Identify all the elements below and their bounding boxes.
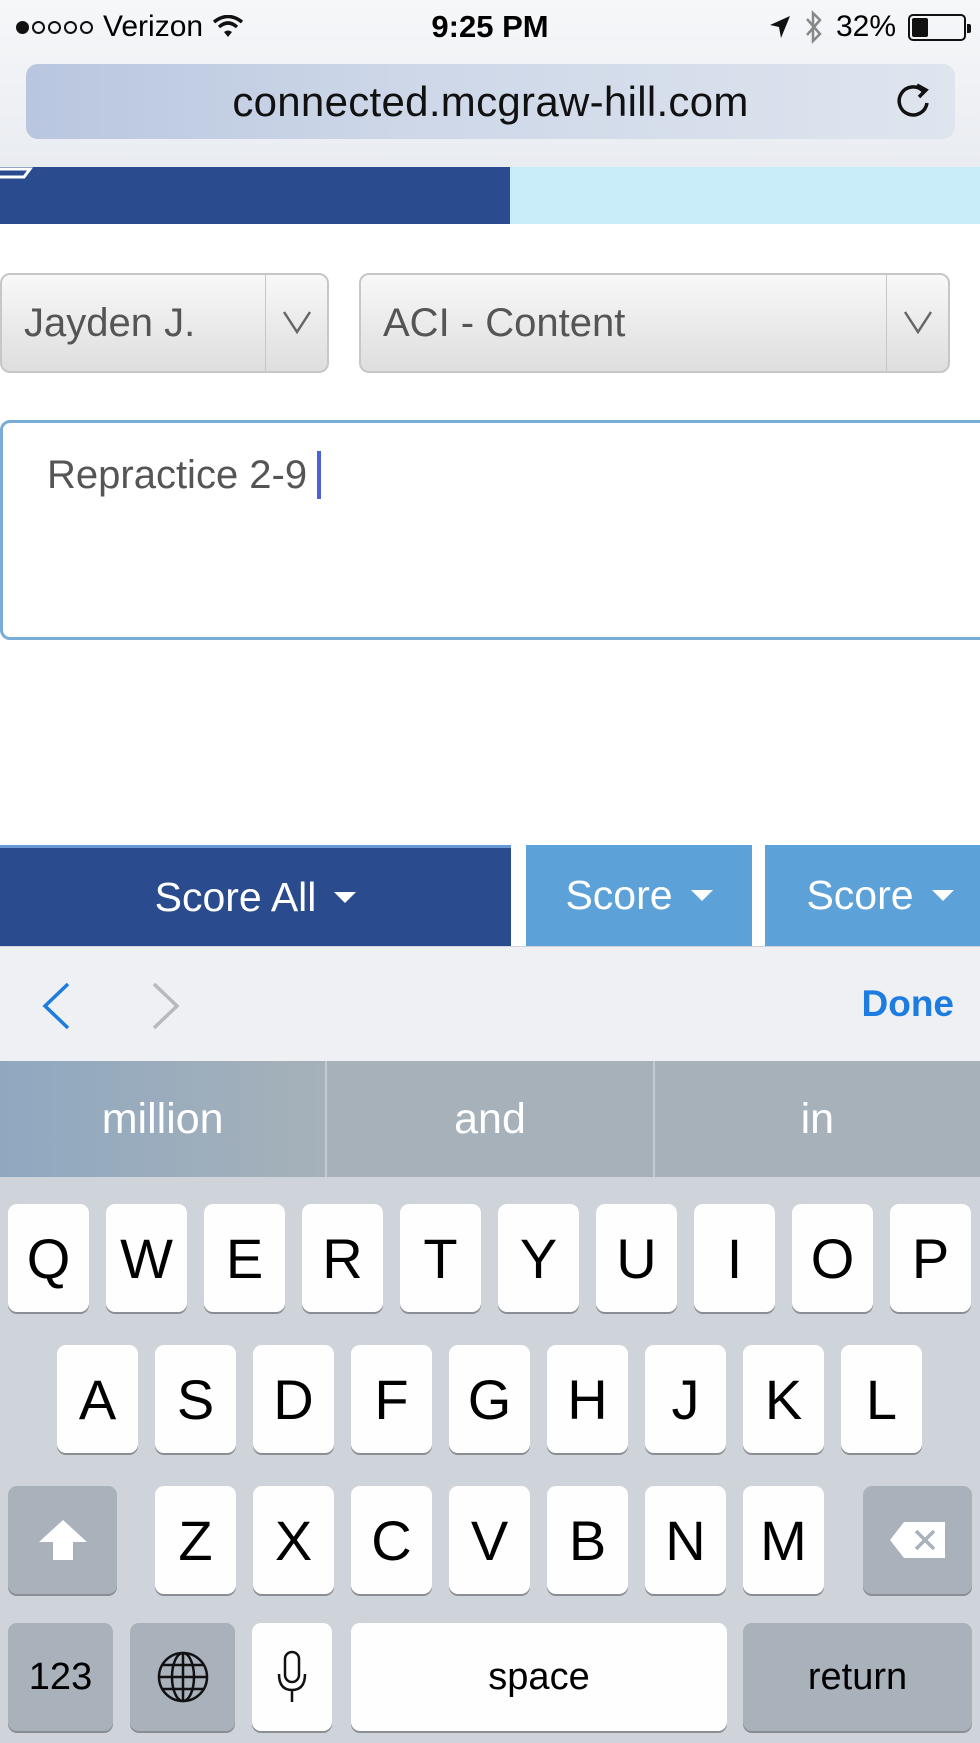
keyboard: Q W E R T Y U I O P A S D F G H J K L Z … xyxy=(0,1177,980,1743)
globe-key[interactable] xyxy=(130,1623,235,1731)
note-textarea[interactable]: Repractice 2-9 xyxy=(0,420,980,640)
done-button[interactable]: Done xyxy=(862,983,955,1025)
delete-key[interactable] xyxy=(863,1486,972,1594)
key-o[interactable]: O xyxy=(792,1204,873,1312)
score-button[interactable]: Score xyxy=(765,845,980,946)
reload-icon[interactable] xyxy=(893,81,933,121)
note-text-row: Repractice 2-9 xyxy=(47,451,322,499)
score-label: Score xyxy=(806,872,914,918)
logo-fragment-icon xyxy=(0,167,33,179)
key-a[interactable]: A xyxy=(57,1345,138,1453)
dictation-key[interactable] xyxy=(252,1623,332,1731)
student-select-value: Jayden J. xyxy=(24,301,196,345)
caret-down-icon xyxy=(690,890,713,901)
microphone-icon xyxy=(277,1650,307,1702)
globe-icon xyxy=(157,1651,208,1703)
shift-arrow-icon xyxy=(38,1520,87,1560)
note-text: Repractice 2-9 xyxy=(47,452,308,497)
key-g[interactable]: G xyxy=(449,1345,530,1453)
status-bar: Verizon 9:25 PM 32% xyxy=(0,0,980,56)
category-select[interactable]: ACI - Content xyxy=(359,273,950,373)
key-w[interactable]: W xyxy=(106,1204,187,1312)
text-cursor xyxy=(317,451,322,499)
key-v[interactable]: V xyxy=(449,1486,530,1594)
key-f[interactable]: F xyxy=(351,1345,432,1453)
key-l[interactable]: L xyxy=(841,1345,922,1453)
suggestion-item[interactable]: million xyxy=(0,1061,328,1177)
caret-down-icon xyxy=(334,891,357,903)
caret-down-icon xyxy=(931,890,954,901)
suggestion-item[interactable]: and xyxy=(327,1061,655,1177)
chevron-down-icon xyxy=(903,311,933,335)
key-m[interactable]: M xyxy=(743,1486,824,1594)
key-k[interactable]: K xyxy=(743,1345,824,1453)
key-h[interactable]: H xyxy=(547,1345,628,1453)
predictive-bar: million and in xyxy=(0,1061,980,1177)
key-c[interactable]: C xyxy=(351,1486,432,1594)
suggestion-item[interactable]: in xyxy=(655,1061,980,1177)
battery-icon xyxy=(908,13,971,41)
category-select-arrow[interactable] xyxy=(886,275,948,371)
key-z[interactable]: Z xyxy=(155,1486,236,1594)
location-arrow-icon xyxy=(769,16,790,38)
address-bar[interactable]: connected.mcgraw-hill.com xyxy=(26,64,955,139)
key-u[interactable]: U xyxy=(596,1204,677,1312)
chevron-down-icon xyxy=(282,311,312,335)
previous-field-icon[interactable] xyxy=(40,981,72,1031)
key-q[interactable]: Q xyxy=(8,1204,89,1312)
key-s[interactable]: S xyxy=(155,1345,236,1453)
key-x[interactable]: X xyxy=(253,1486,334,1594)
key-p[interactable]: P xyxy=(890,1204,971,1312)
app-header-dark xyxy=(0,167,510,224)
return-key[interactable]: return xyxy=(743,1623,972,1731)
score-button[interactable]: Score xyxy=(526,845,752,946)
battery-percent: 32% xyxy=(835,10,896,43)
key-y[interactable]: Y xyxy=(498,1204,579,1312)
next-field-icon[interactable] xyxy=(150,981,182,1031)
key-r[interactable]: R xyxy=(302,1204,383,1312)
space-key[interactable]: space xyxy=(351,1623,727,1731)
keyboard-accessory-bar: Done xyxy=(0,946,980,1061)
key-i[interactable]: I xyxy=(694,1204,775,1312)
category-select-value: ACI - Content xyxy=(383,301,626,345)
key-d[interactable]: D xyxy=(253,1345,334,1453)
app-header-light xyxy=(510,167,980,224)
score-label: Score xyxy=(565,872,673,918)
score-all-button[interactable]: Score All xyxy=(0,845,511,946)
bluetooth-icon xyxy=(806,10,822,44)
browser-chrome: Verizon 9:25 PM 32% connected.mcgraw-hil… xyxy=(0,0,980,167)
key-b[interactable]: B xyxy=(547,1486,628,1594)
url-text: connected.mcgraw-hill.com xyxy=(232,77,749,125)
student-select[interactable]: Jayden J. xyxy=(0,273,329,373)
numbers-key[interactable]: 123 xyxy=(8,1623,113,1731)
student-select-arrow[interactable] xyxy=(265,275,327,371)
score-all-label: Score All xyxy=(154,873,317,920)
key-j[interactable]: J xyxy=(645,1345,726,1453)
key-n[interactable]: N xyxy=(645,1486,726,1594)
battery-fill xyxy=(912,17,928,37)
shift-key[interactable] xyxy=(8,1486,117,1594)
key-t[interactable]: T xyxy=(400,1204,481,1312)
backspace-icon xyxy=(889,1522,945,1558)
status-right: 32% xyxy=(768,10,971,44)
key-e[interactable]: E xyxy=(204,1204,285,1312)
